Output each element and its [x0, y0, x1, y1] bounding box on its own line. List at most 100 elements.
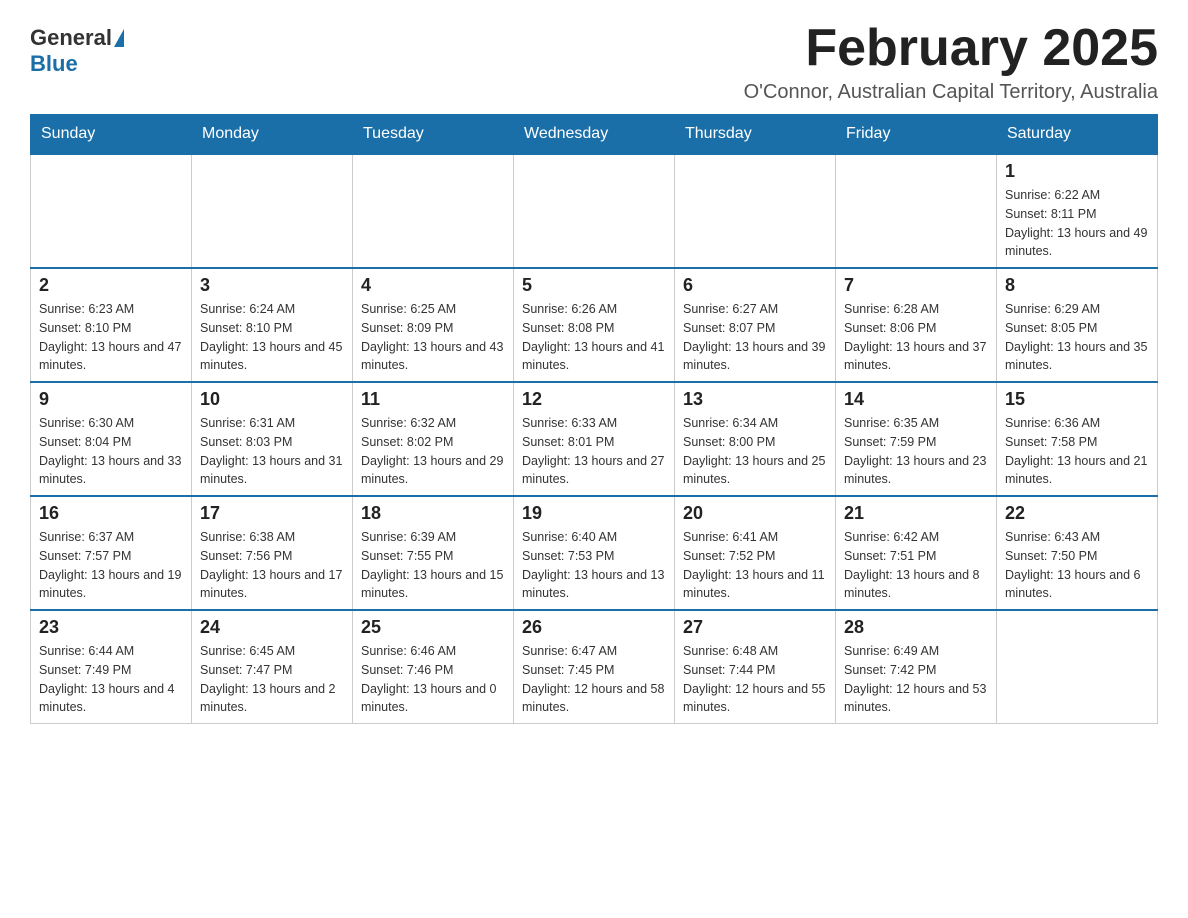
table-row [836, 154, 997, 268]
day-info: Sunrise: 6:45 AMSunset: 7:47 PMDaylight:… [200, 642, 344, 717]
title-area: February 2025 O'Connor, Australian Capit… [744, 20, 1158, 104]
day-number: 22 [1005, 503, 1149, 524]
day-info: Sunrise: 6:48 AMSunset: 7:44 PMDaylight:… [683, 642, 827, 717]
day-info: Sunrise: 6:34 AMSunset: 8:00 PMDaylight:… [683, 414, 827, 489]
subtitle: O'Connor, Australian Capital Territory, … [744, 81, 1158, 104]
day-info: Sunrise: 6:38 AMSunset: 7:56 PMDaylight:… [200, 528, 344, 603]
table-row: 14 Sunrise: 6:35 AMSunset: 7:59 PMDayligh… [836, 382, 997, 496]
table-row [192, 154, 353, 268]
day-info: Sunrise: 6:43 AMSunset: 7:50 PMDaylight:… [1005, 528, 1149, 603]
day-number: 4 [361, 275, 505, 296]
table-row: 8 Sunrise: 6:29 AMSunset: 8:05 PMDaylight… [997, 268, 1158, 382]
calendar-table: Sunday Monday Tuesday Wednesday Thursday… [30, 114, 1158, 724]
day-info: Sunrise: 6:49 AMSunset: 7:42 PMDaylight:… [844, 642, 988, 717]
table-row: 2 Sunrise: 6:23 AMSunset: 8:10 PMDaylight… [31, 268, 192, 382]
day-info: Sunrise: 6:26 AMSunset: 8:08 PMDaylight:… [522, 300, 666, 375]
day-info: Sunrise: 6:30 AMSunset: 8:04 PMDaylight:… [39, 414, 183, 489]
table-row: 28 Sunrise: 6:49 AMSunset: 7:42 PMDayligh… [836, 610, 997, 724]
day-info: Sunrise: 6:41 AMSunset: 7:52 PMDaylight:… [683, 528, 827, 603]
day-info: Sunrise: 6:46 AMSunset: 7:46 PMDaylight:… [361, 642, 505, 717]
col-monday: Monday [192, 115, 353, 155]
table-row: 24Sunrise: 6:45 AMSunset: 7:47 PMDayligh… [192, 610, 353, 724]
day-number: 27 [683, 617, 827, 638]
day-number: 19 [522, 503, 666, 524]
day-info: Sunrise: 6:33 AMSunset: 8:01 PMDaylight:… [522, 414, 666, 489]
day-number: 11 [361, 389, 505, 410]
day-number: 28 [844, 617, 988, 638]
logo: General Blue [30, 25, 126, 77]
day-info: Sunrise: 6:36 AMSunset: 7:58 PMDaylight:… [1005, 414, 1149, 489]
day-number: 25 [361, 617, 505, 638]
table-row: 18 Sunrise: 6:39 AMSunset: 7:55 PMDayligh… [353, 496, 514, 610]
day-number: 8 [1005, 275, 1149, 296]
day-number: 23 [39, 617, 183, 638]
day-number: 18 [361, 503, 505, 524]
day-number: 16 [39, 503, 183, 524]
table-row: 11Sunrise: 6:32 AMSunset: 8:02 PMDayligh… [353, 382, 514, 496]
day-info: Sunrise: 6:23 AMSunset: 8:10 PMDaylight:… [39, 300, 183, 375]
table-row: 22 Sunrise: 6:43 AMSunset: 7:50 PMDayligh… [997, 496, 1158, 610]
col-wednesday: Wednesday [514, 115, 675, 155]
table-row: 9 Sunrise: 6:30 AMSunset: 8:04 PMDaylight… [31, 382, 192, 496]
day-number: 7 [844, 275, 988, 296]
calendar-header-row: Sunday Monday Tuesday Wednesday Thursday… [31, 115, 1158, 155]
table-row: 5 Sunrise: 6:26 AMSunset: 8:08 PMDaylight… [514, 268, 675, 382]
calendar-row-2: 9 Sunrise: 6:30 AMSunset: 8:04 PMDaylight… [31, 382, 1158, 496]
calendar-row-1: 2 Sunrise: 6:23 AMSunset: 8:10 PMDaylight… [31, 268, 1158, 382]
col-tuesday: Tuesday [353, 115, 514, 155]
day-number: 6 [683, 275, 827, 296]
day-number: 1 [1005, 161, 1149, 182]
day-info: Sunrise: 6:40 AMSunset: 7:53 PMDaylight:… [522, 528, 666, 603]
day-info: Sunrise: 6:35 AMSunset: 7:59 PMDaylight:… [844, 414, 988, 489]
table-row: 20 Sunrise: 6:41 AMSunset: 7:52 PMDayligh… [675, 496, 836, 610]
table-row [514, 154, 675, 268]
table-row: 19 Sunrise: 6:40 AMSunset: 7:53 PMDayligh… [514, 496, 675, 610]
day-info: Sunrise: 6:25 AMSunset: 8:09 PMDaylight:… [361, 300, 505, 375]
day-number: 2 [39, 275, 183, 296]
day-info: Sunrise: 6:29 AMSunset: 8:05 PMDaylight:… [1005, 300, 1149, 375]
table-row: 1Sunrise: 6:22 AMSunset: 8:11 PMDaylight… [997, 154, 1158, 268]
day-info: Sunrise: 6:31 AMSunset: 8:03 PMDaylight:… [200, 414, 344, 489]
table-row: 10 Sunrise: 6:31 AMSunset: 8:03 PMDayligh… [192, 382, 353, 496]
table-row: 21 Sunrise: 6:42 AMSunset: 7:51 PMDayligh… [836, 496, 997, 610]
table-row [31, 154, 192, 268]
table-row [997, 610, 1158, 724]
page-header: General Blue February 2025 O'Connor, Aus… [30, 20, 1158, 104]
table-row: 13 Sunrise: 6:34 AMSunset: 8:00 PMDayligh… [675, 382, 836, 496]
logo-triangle-icon [114, 29, 124, 47]
table-row: 17 Sunrise: 6:38 AMSunset: 7:56 PMDayligh… [192, 496, 353, 610]
main-title: February 2025 [744, 20, 1158, 77]
day-info: Sunrise: 6:28 AMSunset: 8:06 PMDaylight:… [844, 300, 988, 375]
calendar-row-0: 1Sunrise: 6:22 AMSunset: 8:11 PMDaylight… [31, 154, 1158, 268]
day-info: Sunrise: 6:42 AMSunset: 7:51 PMDaylight:… [844, 528, 988, 603]
logo-general-text: General [30, 25, 112, 51]
day-number: 15 [1005, 389, 1149, 410]
table-row: 16 Sunrise: 6:37 AMSunset: 7:57 PMDayligh… [31, 496, 192, 610]
table-row: 7 Sunrise: 6:28 AMSunset: 8:06 PMDaylight… [836, 268, 997, 382]
day-number: 10 [200, 389, 344, 410]
day-number: 9 [39, 389, 183, 410]
table-row: 23 Sunrise: 6:44 AMSunset: 7:49 PMDayligh… [31, 610, 192, 724]
day-info: Sunrise: 6:44 AMSunset: 7:49 PMDaylight:… [39, 642, 183, 717]
day-info: Sunrise: 6:39 AMSunset: 7:55 PMDaylight:… [361, 528, 505, 603]
day-info: Sunrise: 6:27 AMSunset: 8:07 PMDaylight:… [683, 300, 827, 375]
day-info: Sunrise: 6:47 AMSunset: 7:45 PMDaylight:… [522, 642, 666, 717]
col-friday: Friday [836, 115, 997, 155]
col-saturday: Saturday [997, 115, 1158, 155]
table-row: 6 Sunrise: 6:27 AMSunset: 8:07 PMDaylight… [675, 268, 836, 382]
day-number: 20 [683, 503, 827, 524]
table-row: 26Sunrise: 6:47 AMSunset: 7:45 PMDayligh… [514, 610, 675, 724]
day-number: 14 [844, 389, 988, 410]
day-info: Sunrise: 6:37 AMSunset: 7:57 PMDaylight:… [39, 528, 183, 603]
table-row: 27 Sunrise: 6:48 AMSunset: 7:44 PMDayligh… [675, 610, 836, 724]
day-number: 13 [683, 389, 827, 410]
day-number: 5 [522, 275, 666, 296]
table-row: 3Sunrise: 6:24 AMSunset: 8:10 PMDaylight… [192, 268, 353, 382]
day-number: 21 [844, 503, 988, 524]
day-number: 17 [200, 503, 344, 524]
col-sunday: Sunday [31, 115, 192, 155]
table-row: 4 Sunrise: 6:25 AMSunset: 8:09 PMDaylight… [353, 268, 514, 382]
logo-blue-text: Blue [30, 51, 78, 76]
table-row [353, 154, 514, 268]
day-info: Sunrise: 6:24 AMSunset: 8:10 PMDaylight:… [200, 300, 344, 375]
